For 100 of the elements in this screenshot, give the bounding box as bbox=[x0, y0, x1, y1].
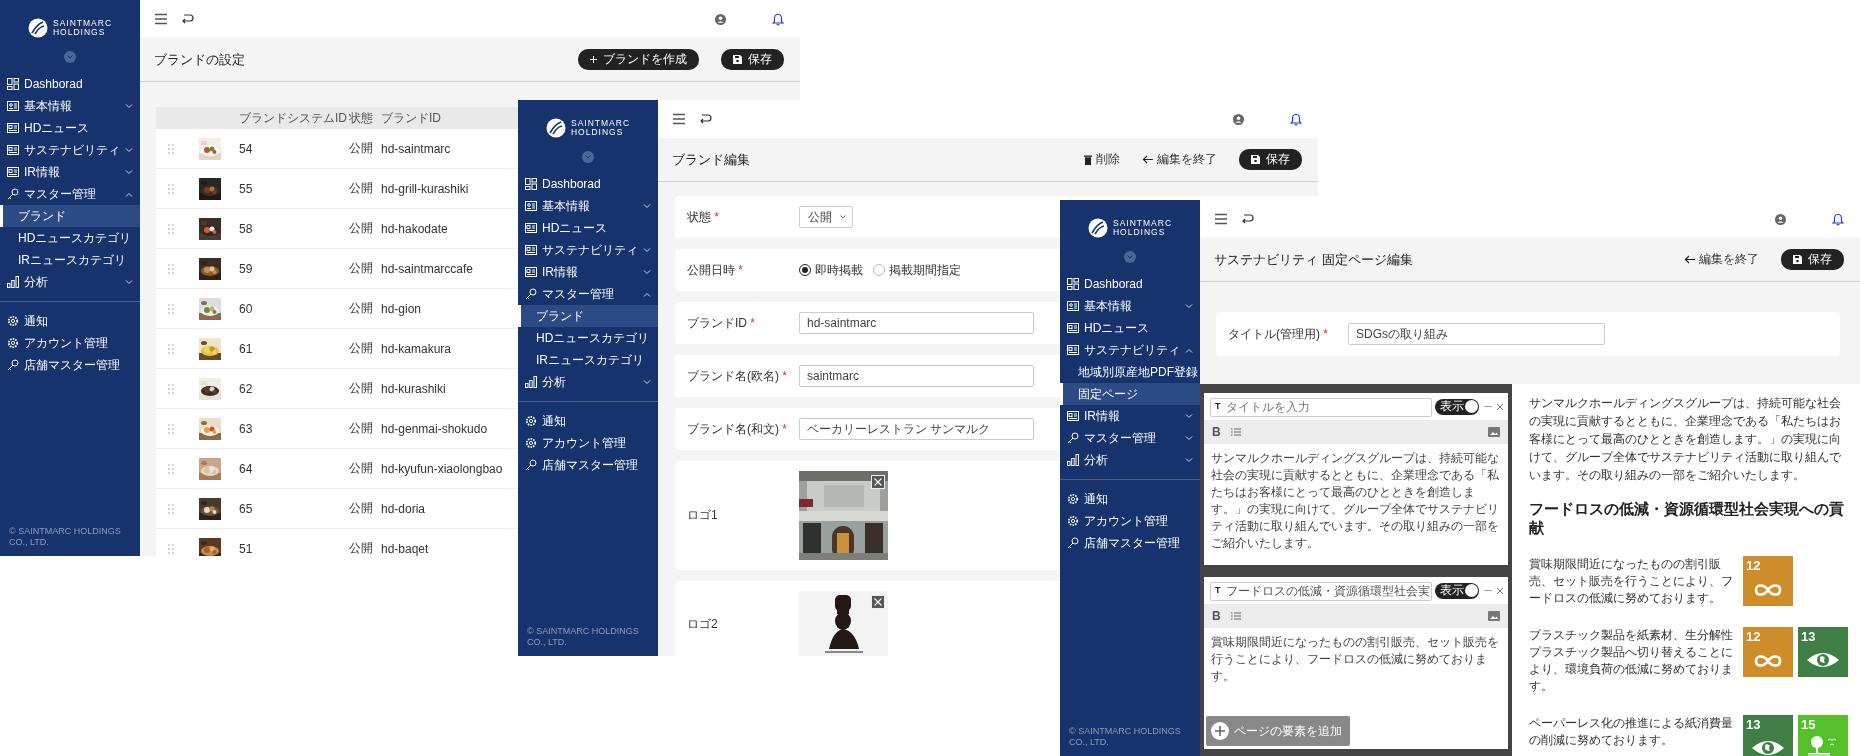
collapse-button[interactable] bbox=[1124, 251, 1136, 263]
drag-handle-icon[interactable] bbox=[168, 343, 174, 354]
chevron-down-icon[interactable] bbox=[643, 203, 651, 209]
drag-handle-icon[interactable] bbox=[168, 383, 174, 394]
close-icon[interactable] bbox=[1496, 586, 1504, 595]
text-field[interactable]: hd-saintmarc bbox=[799, 312, 1034, 334]
image-icon[interactable] bbox=[1488, 427, 1500, 437]
chevron-down-icon[interactable] bbox=[643, 247, 651, 253]
drag-handle-icon[interactable] bbox=[168, 143, 174, 154]
sidebar-item[interactable]: マスター管理 bbox=[0, 183, 140, 205]
sidebar-subitem[interactable]: ブランド bbox=[518, 305, 658, 327]
sidebar-item[interactable]: HDニュース bbox=[518, 217, 658, 239]
chevron-down-icon[interactable] bbox=[125, 103, 133, 109]
sidebar-item[interactable]: IR情報 bbox=[0, 161, 140, 183]
sidebar-item[interactable]: IR情報 bbox=[518, 261, 658, 283]
sidebar-item[interactable]: 分析 bbox=[1060, 449, 1200, 471]
sidebar-item[interactable]: Dashborad bbox=[518, 173, 658, 195]
sidebar-item[interactable]: サステナビリティ bbox=[1060, 339, 1200, 361]
sidebar-subitem[interactable]: IRニュースカテゴリ bbox=[518, 349, 658, 371]
sidebar-item[interactable]: HDニュース bbox=[0, 117, 140, 139]
return-arrow-icon[interactable] bbox=[698, 113, 712, 125]
radio-button[interactable] bbox=[873, 264, 885, 276]
chevron-down-icon[interactable] bbox=[1185, 457, 1193, 463]
drag-handle-icon[interactable] bbox=[168, 183, 174, 194]
image-icon[interactable] bbox=[1488, 611, 1500, 621]
chevron-up-icon[interactable] bbox=[125, 191, 133, 197]
bold-button[interactable]: B bbox=[1212, 425, 1221, 439]
sidebar-item[interactable]: 通知 bbox=[518, 410, 658, 432]
sidebar-item[interactable]: 基本情報 bbox=[518, 195, 658, 217]
drag-handle-icon[interactable] bbox=[168, 263, 174, 274]
save-button[interactable]: 保存 bbox=[1239, 149, 1302, 170]
sidebar-subitem[interactable]: 地域別原産地PDF登録 bbox=[1060, 361, 1200, 383]
sidebar-subitem[interactable]: HDニュースカテゴリ bbox=[518, 327, 658, 349]
sidebar-item[interactable]: マスター管理 bbox=[1060, 427, 1200, 449]
save-button[interactable]: 保存 bbox=[1781, 249, 1844, 270]
drag-handle-icon[interactable] bbox=[168, 503, 174, 514]
delete-button[interactable]: 削除 bbox=[1084, 151, 1120, 168]
chevron-down-icon[interactable] bbox=[1185, 435, 1193, 441]
sidebar-item[interactable]: 店舗マスター管理 bbox=[1060, 532, 1200, 554]
menu-icon[interactable] bbox=[1214, 213, 1228, 225]
menu-icon[interactable] bbox=[154, 13, 168, 25]
chevron-down-icon[interactable] bbox=[643, 269, 651, 275]
drag-handle-icon[interactable] bbox=[168, 303, 174, 314]
chevron-down-icon[interactable] bbox=[125, 279, 133, 285]
title-field[interactable]: SDGsの取り組み bbox=[1348, 323, 1605, 345]
sidebar-item[interactable]: サステナビリティ bbox=[0, 139, 140, 161]
create-button[interactable]: ブランドを作成 bbox=[578, 49, 699, 70]
sidebar-item[interactable]: サステナビリティ bbox=[518, 239, 658, 261]
block-body-text[interactable]: 賞味期限間近になったものの割引販売、セット販売を行うことにより、フードロスの低減に努めております。 bbox=[1204, 628, 1508, 691]
visibility-toggle[interactable]: 表示 bbox=[1435, 398, 1479, 415]
drag-handle-icon[interactable] bbox=[168, 223, 174, 234]
list-icon[interactable] bbox=[1230, 428, 1241, 436]
block-body-text[interactable]: サンマルクホールディングスグループは、持続可能な社会の実現に貢献するとともに、企業理念である「私たちはお客様にとって最高のひとときを創造します。」の実現に向けて、グループ全体でサステナビリティ活動に取り組んでいます。その取り組みの一部をご紹介いたします。 bbox=[1204, 444, 1508, 558]
chevron-up-icon[interactable] bbox=[643, 291, 651, 297]
chevron-down-icon[interactable] bbox=[125, 147, 133, 153]
sidebar-item[interactable]: アカウント管理 bbox=[0, 332, 140, 354]
chevron-down-icon[interactable] bbox=[643, 379, 651, 385]
exit-edit-button[interactable]: 編集を終了 bbox=[1142, 151, 1217, 168]
user-icon[interactable] bbox=[715, 13, 726, 25]
sidebar-subitem[interactable]: IRニュースカテゴリ bbox=[0, 249, 140, 271]
chevron-down-icon[interactable] bbox=[1185, 303, 1193, 309]
visibility-toggle[interactable]: 表示 bbox=[1435, 582, 1479, 599]
bell-icon[interactable] bbox=[1832, 212, 1844, 226]
sidebar-item[interactable]: 分析 bbox=[0, 271, 140, 293]
chevron-down-icon[interactable] bbox=[1185, 413, 1193, 419]
sidebar-item[interactable]: 店舗マスター管理 bbox=[0, 354, 140, 376]
text-field[interactable]: saintmarc bbox=[799, 365, 1034, 387]
text-field[interactable]: ベーカリーレストラン サンマルク bbox=[799, 418, 1034, 440]
sidebar-item[interactable]: 通知 bbox=[0, 310, 140, 332]
sidebar-item[interactable]: 店舗マスター管理 bbox=[518, 454, 658, 476]
sidebar-item[interactable]: アカウント管理 bbox=[1060, 510, 1200, 532]
add-element-button[interactable]: ページの要素を追加 bbox=[1206, 716, 1350, 746]
sidebar-item[interactable]: アカウント管理 bbox=[518, 432, 658, 454]
user-icon[interactable] bbox=[1775, 213, 1786, 225]
radio-label[interactable]: 掲載期間指定 bbox=[889, 261, 961, 279]
sidebar-subitem[interactable]: HDニュースカテゴリ bbox=[0, 227, 140, 249]
sidebar-item[interactable]: 基本情報 bbox=[1060, 295, 1200, 317]
close-icon[interactable] bbox=[1496, 402, 1504, 411]
sidebar-subitem[interactable]: ブランド bbox=[0, 205, 140, 227]
drag-handle-icon[interactable] bbox=[168, 423, 174, 434]
remove-image-button[interactable] bbox=[871, 595, 885, 609]
drag-handle-icon[interactable] bbox=[168, 463, 174, 474]
return-arrow-icon[interactable] bbox=[1240, 213, 1254, 225]
bold-button[interactable]: B bbox=[1212, 609, 1221, 623]
radio-label[interactable]: 即時掲載 bbox=[815, 261, 863, 279]
bell-icon[interactable] bbox=[1290, 112, 1302, 126]
sidebar-item[interactable]: Dashborad bbox=[0, 73, 140, 95]
sidebar-item[interactable]: HDニュース bbox=[1060, 317, 1200, 339]
sidebar-subitem[interactable]: 固定ページ bbox=[1060, 383, 1200, 405]
sidebar-item[interactable]: Dashborad bbox=[1060, 273, 1200, 295]
collapse-button[interactable] bbox=[582, 151, 594, 163]
list-icon[interactable] bbox=[1230, 612, 1241, 620]
bell-icon[interactable] bbox=[772, 12, 784, 26]
sidebar-item[interactable]: 通知 bbox=[1060, 488, 1200, 510]
sidebar-item[interactable]: 基本情報 bbox=[0, 95, 140, 117]
sidebar-item[interactable]: IR情報 bbox=[1060, 405, 1200, 427]
chevron-down-icon[interactable] bbox=[125, 169, 133, 175]
sidebar-item[interactable]: 分析 bbox=[518, 371, 658, 393]
exit-edit-button[interactable]: 編集を終了 bbox=[1684, 251, 1759, 268]
sidebar-item[interactable]: マスター管理 bbox=[518, 283, 658, 305]
